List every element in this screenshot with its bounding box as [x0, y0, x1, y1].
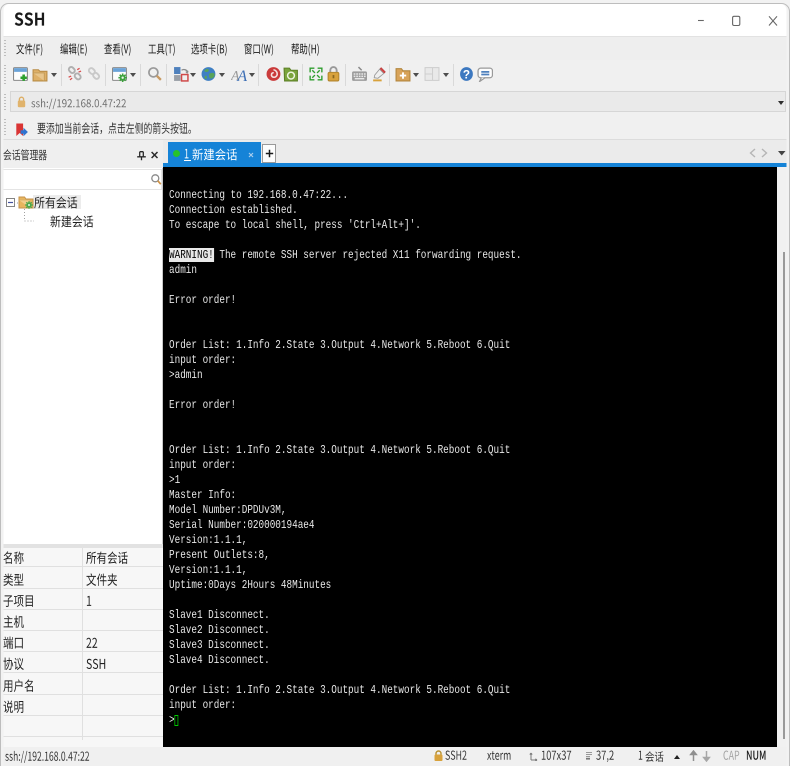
svg-text:A: A	[236, 68, 247, 82]
svg-text:?: ?	[463, 68, 470, 81]
